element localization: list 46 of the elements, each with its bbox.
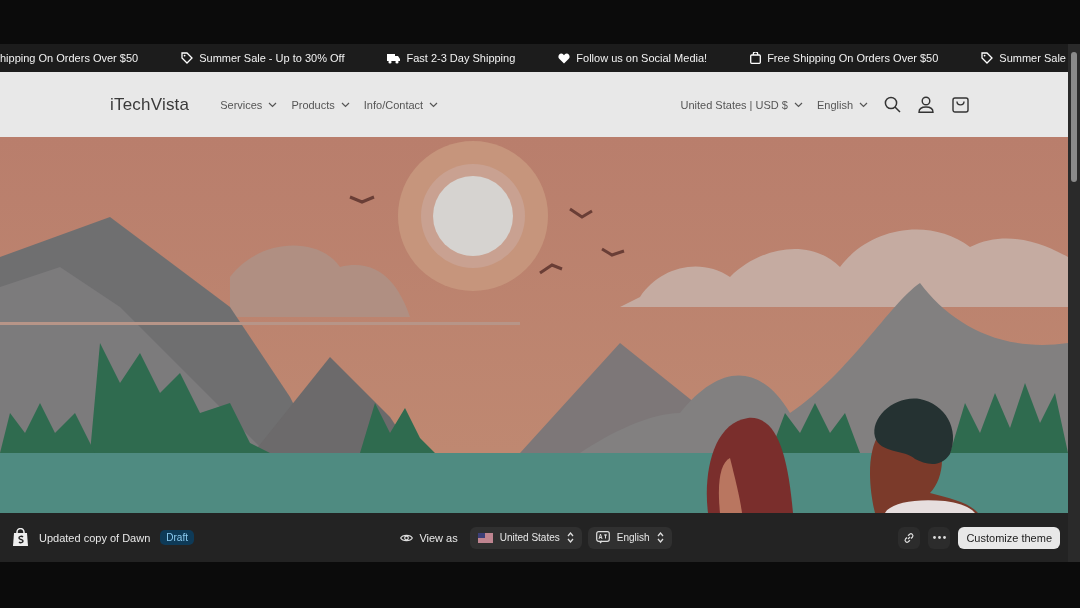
scrollbar-thumb[interactable] bbox=[1071, 52, 1077, 182]
caret-icon bbox=[859, 101, 868, 108]
search-button[interactable] bbox=[882, 94, 902, 115]
scrollbar[interactable] bbox=[1068, 44, 1080, 562]
search-icon bbox=[883, 96, 901, 113]
cart-button[interactable] bbox=[950, 94, 970, 115]
heart-icon bbox=[558, 52, 571, 64]
country-selector[interactable]: United States | USD $ bbox=[680, 96, 803, 113]
more-icon bbox=[932, 536, 946, 539]
nav-link[interactable]: Services bbox=[220, 96, 278, 113]
link-icon bbox=[903, 531, 916, 544]
cart-icon bbox=[951, 96, 969, 113]
truck-icon bbox=[387, 52, 401, 64]
translate-icon bbox=[595, 531, 610, 544]
caret-icon bbox=[429, 101, 439, 108]
caret-icon bbox=[793, 101, 803, 108]
language-selector[interactable]: English bbox=[587, 526, 672, 549]
announcement-text: hipping On Orders Over $50 bbox=[0, 52, 139, 64]
theme-name: Updated copy of Dawn bbox=[39, 531, 151, 544]
nav-link[interactable]: Info/Contact bbox=[363, 96, 439, 113]
status-badge: Draft bbox=[160, 530, 194, 545]
announcement-text: Summer Sale bbox=[999, 52, 1066, 64]
tag-icon bbox=[181, 52, 194, 64]
bag-icon bbox=[750, 52, 762, 64]
announcement-text: Summer Sale - Up to 30% Off bbox=[199, 52, 345, 64]
copy-link-button[interactable] bbox=[898, 526, 921, 549]
nav-link[interactable]: Products bbox=[291, 96, 350, 113]
tag-icon bbox=[981, 52, 994, 64]
flag-icon bbox=[477, 532, 493, 543]
store-logo[interactable]: iTechVista bbox=[110, 94, 190, 115]
person-icon bbox=[918, 96, 934, 113]
announcement-text: Free Shipping On Orders Over $50 bbox=[767, 52, 939, 64]
announcement-text: Follow us on Social Media! bbox=[576, 52, 708, 64]
caret-icon bbox=[340, 101, 350, 108]
customize-theme-button[interactable]: Customize theme bbox=[958, 526, 1060, 549]
up-down-caret-icon bbox=[656, 532, 664, 543]
country-selector[interactable]: United States bbox=[469, 526, 582, 549]
caret-icon bbox=[268, 101, 278, 108]
up-down-caret-icon bbox=[566, 532, 574, 543]
language-selector[interactable]: English bbox=[816, 96, 868, 113]
eye-icon bbox=[400, 532, 414, 543]
more-button[interactable] bbox=[928, 526, 951, 549]
account-button[interactable] bbox=[916, 94, 936, 115]
view-as-label: View as bbox=[419, 531, 458, 544]
shopping-bag-logo-icon bbox=[12, 528, 29, 547]
announcement-text: Fast 2-3 Day Shipping bbox=[406, 52, 516, 64]
